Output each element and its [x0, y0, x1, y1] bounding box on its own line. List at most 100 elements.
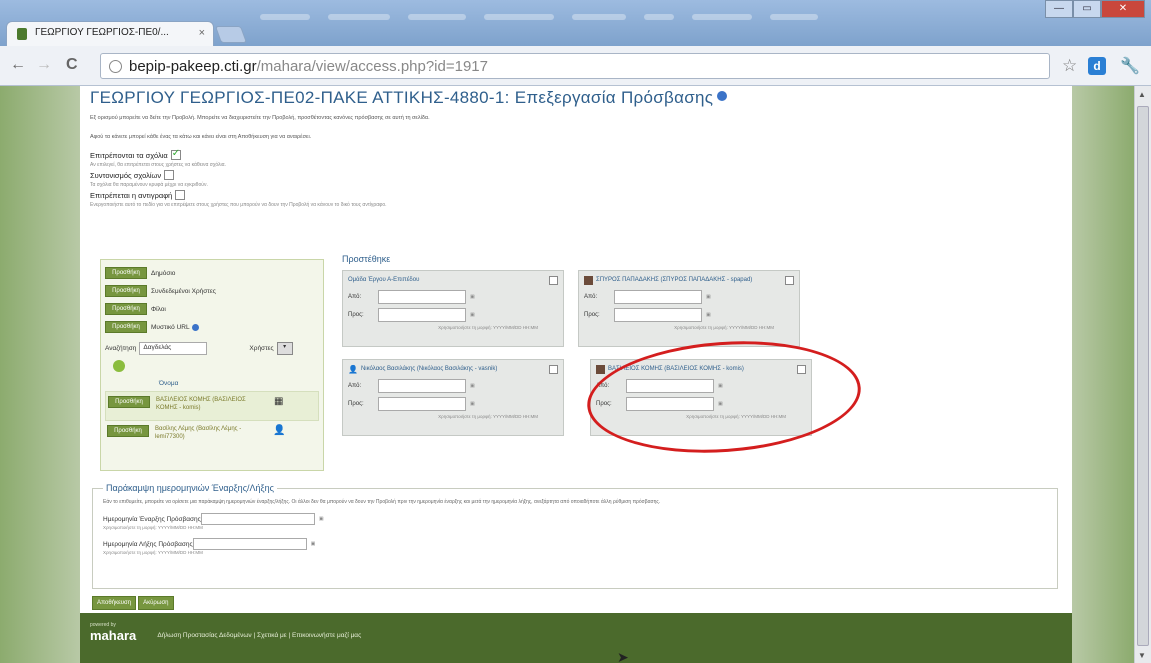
red-highlight-ellipse: [583, 332, 865, 462]
moderate-comments-checkbox[interactable]: [164, 170, 175, 180]
result-row: Προσθήκη ΒΑΣΙΛΕΙΟΣ ΚΟΜΗΣ (ΒΑΣΙΛΕΙΟΣ ΚΟΜΗ…: [105, 391, 319, 421]
to-date-input[interactable]: [378, 397, 466, 411]
user-icon: 👤: [273, 425, 286, 436]
share-label: Μυστικό URL: [151, 323, 190, 331]
extension-icon[interactable]: d: [1088, 57, 1106, 75]
option-label: Επιτρέπονται τα σχόλια: [90, 151, 168, 160]
calendar-icon[interactable]: ▣: [470, 401, 475, 407]
option-description: Τα σχόλια θα παραμένουν κρυφά μέχρι να ε…: [90, 182, 208, 188]
add-result-button[interactable]: Προσθήκη: [108, 396, 150, 408]
window-close-button[interactable]: ✕: [1101, 0, 1145, 18]
card-name: Ομάδα Έργου Α-Επιπέδου: [348, 277, 420, 283]
to-date-input[interactable]: [614, 308, 702, 322]
share-row-friends: Προσθήκη Φίλοι: [105, 302, 319, 316]
add-friends-button[interactable]: Προσθήκη: [105, 303, 147, 315]
mahara-logo[interactable]: powered by mahara: [90, 622, 136, 643]
add-result-button[interactable]: Προσθήκη: [107, 425, 149, 437]
added-section-title: Προστέθηκε: [342, 254, 391, 264]
to-label: Προς:: [348, 401, 364, 407]
wrench-menu-icon[interactable]: 🔧: [1120, 56, 1140, 76]
remove-checkbox[interactable]: [549, 364, 558, 374]
tab-close-icon[interactable]: ×: [199, 27, 205, 39]
scroll-down-icon[interactable]: ▼: [1138, 651, 1146, 660]
search-input[interactable]: Δαγδελάς: [139, 342, 208, 355]
url-host: bepip-pakeep.cti.gr: [129, 58, 257, 75]
result-name[interactable]: Βασίλης Λέμης (Βασίλης Λέμης - lemi77300…: [155, 425, 259, 441]
scrollbar-thumb[interactable]: [1137, 106, 1149, 646]
from-date-input[interactable]: [614, 290, 702, 304]
add-loggedin-button[interactable]: Προσθήκη: [105, 285, 147, 297]
address-bar[interactable]: bepip-pakeep.cti.gr/mahara/view/access.p…: [100, 53, 1050, 79]
minimize-button[interactable]: —: [1045, 0, 1073, 18]
right-background: [1072, 86, 1134, 663]
date-override-fieldset: Παράκαμψη ημερομηνιών Έναρξης/Λήξης Εάν …: [92, 483, 1058, 589]
to-label: Προς:: [348, 312, 364, 318]
bookmark-star-icon[interactable]: ☆: [1062, 56, 1077, 76]
form-buttons: Αποθήκευση Ακύρωση: [92, 596, 174, 610]
calendar-icon[interactable]: ▣: [470, 294, 475, 300]
calendar-icon[interactable]: ▣: [319, 516, 324, 522]
add-public-button[interactable]: Προσθήκη: [105, 267, 147, 279]
date-format-hint: Χρησιμοποιήστε τη μορφή: YYYY/MM/DD HH:M…: [438, 325, 538, 330]
result-row: Προσθήκη Βασίλης Λέμης (Βασίλης Λέμης - …: [105, 421, 319, 451]
end-date-label: Ημερομηνία Λήξης Πρόσβασης: [103, 540, 193, 548]
calendar-icon[interactable]: ▣: [706, 294, 711, 300]
start-date-input[interactable]: [200, 513, 315, 525]
allow-comments-checkbox[interactable]: [170, 148, 181, 160]
browser-titlebar: ΓΕΩΡΓΙΟΥ ΓΕΩΡΓΙΟΣ-ΠΕ0/... × — ▭ ✕: [0, 0, 1151, 46]
to-label: Προς:: [584, 312, 600, 318]
reload-icon[interactable]: C: [66, 56, 78, 74]
calendar-icon[interactable]: ▣: [470, 383, 475, 389]
allow-copy-checkbox[interactable]: [175, 190, 186, 200]
from-date-input[interactable]: [378, 290, 466, 304]
calendar-icon[interactable]: ▣: [311, 541, 316, 547]
date-format-hint: Χρησιμοποιήστε τη μορφή: YYYY/MM/DD HH:M…: [103, 525, 203, 530]
access-card: 👤 Νικόλαος Βασιλάκης (Νικόλαος Βασιλάκης …: [342, 359, 564, 436]
remove-checkbox[interactable]: [549, 275, 558, 285]
from-date-input[interactable]: [378, 379, 466, 393]
save-button[interactable]: Αποθήκευση: [92, 596, 137, 610]
from-label: Από:: [584, 294, 598, 300]
page-viewport: ▲ ▼ ΓΕΩΡΓΙΟΥ ΓΕΩΡΓΙΟΣ-ΠΕ02-ΠΑΚΕ ΑΤΤΙΚΗΣ-…: [0, 86, 1151, 663]
help-icon[interactable]: [191, 323, 199, 331]
calendar-icon[interactable]: ▣: [470, 312, 475, 318]
page-favicon-icon: [17, 28, 27, 40]
search-type-select[interactable]: ▾: [276, 342, 293, 355]
tab-title: ΓΕΩΡΓΙΟΥ ΓΕΩΡΓΙΟΣ-ΠΕ0/...: [35, 27, 169, 38]
page-scrollbar[interactable]: ▲ ▼: [1134, 86, 1151, 663]
calendar-icon[interactable]: ▣: [706, 312, 711, 318]
cancel-button[interactable]: Ακύρωση: [138, 596, 174, 610]
access-card: Ομάδα Έργου Α-Επιπέδου Από: ▣ Προς: ▣ Χρησ…: [342, 270, 564, 347]
share-row-loggedin: Προσθήκη Συνδεδεμένοι Χρήστες: [105, 284, 319, 298]
loading-spinner-icon: [113, 360, 125, 372]
help-icon[interactable]: [717, 91, 728, 101]
main-content: ΓΕΩΡΓΙΟΥ ΓΕΩΡΓΙΟΣ-ΠΕ02-ΠΑΚΕ ΑΤΤΙΚΗΣ-4880…: [80, 86, 1072, 613]
browser-tab[interactable]: ΓΕΩΡΓΙΟΥ ΓΕΩΡΓΙΟΣ-ΠΕ0/... ×: [6, 21, 214, 46]
profile-image-icon: [584, 275, 593, 285]
start-date-label: Ημερομηνία Έναρξης Πρόσβασης: [103, 515, 201, 523]
share-label: Συνδεδεμένοι Χρήστες: [151, 287, 216, 295]
option-moderate-comments: Συντονισμός σχολίων: [90, 170, 1062, 180]
maximize-button[interactable]: ▭: [1073, 0, 1101, 18]
remove-checkbox[interactable]: [785, 275, 794, 285]
add-secret-url-button[interactable]: Προσθήκη: [105, 321, 147, 333]
option-description: Αν επιλεγεί, θα επιτρέπεται στους χρήστε…: [90, 162, 226, 168]
end-date-input[interactable]: [192, 538, 307, 550]
new-tab-button[interactable]: [214, 26, 248, 43]
window-controls: — ▭ ✕: [1045, 0, 1145, 18]
result-name[interactable]: ΒΑΣΙΛΕΙΟΣ ΚΟΜΗΣ (ΒΑΣΙΛΕΙΟΣ ΚΟΜΗΣ - komis…: [156, 396, 260, 412]
option-description: Ενεργοποιήστε αυτό το πεδίο για να επιτρ…: [90, 202, 387, 208]
results-column-header: Όνομα: [159, 380, 179, 387]
card-name: Νικόλαος Βασιλάκης (Νικόλαος Βασιλάκης -…: [360, 366, 498, 372]
share-targets-panel: Προσθήκη Δημόσιο Προσθήκη Συνδεδεμένοι Χ…: [100, 259, 324, 471]
back-arrow-icon[interactable]: ←: [10, 56, 26, 74]
share-label: Δημόσιο: [151, 269, 176, 277]
forward-arrow-icon[interactable]: →: [36, 56, 52, 74]
to-date-input[interactable]: [378, 308, 466, 322]
option-label: Επιτρέπεται η αντιγραφή: [90, 191, 173, 200]
browser-toolbar: ← → C bepip-pakeep.cti.gr/mahara/view/ac…: [0, 46, 1151, 86]
scroll-up-icon[interactable]: ▲: [1138, 90, 1146, 99]
mouse-cursor-icon: ➤: [617, 649, 629, 663]
footer-links[interactable]: Δήλωση Προστασίας Δεδομένων | Σχετικά με…: [157, 632, 361, 639]
profile-image-icon: [596, 364, 605, 374]
